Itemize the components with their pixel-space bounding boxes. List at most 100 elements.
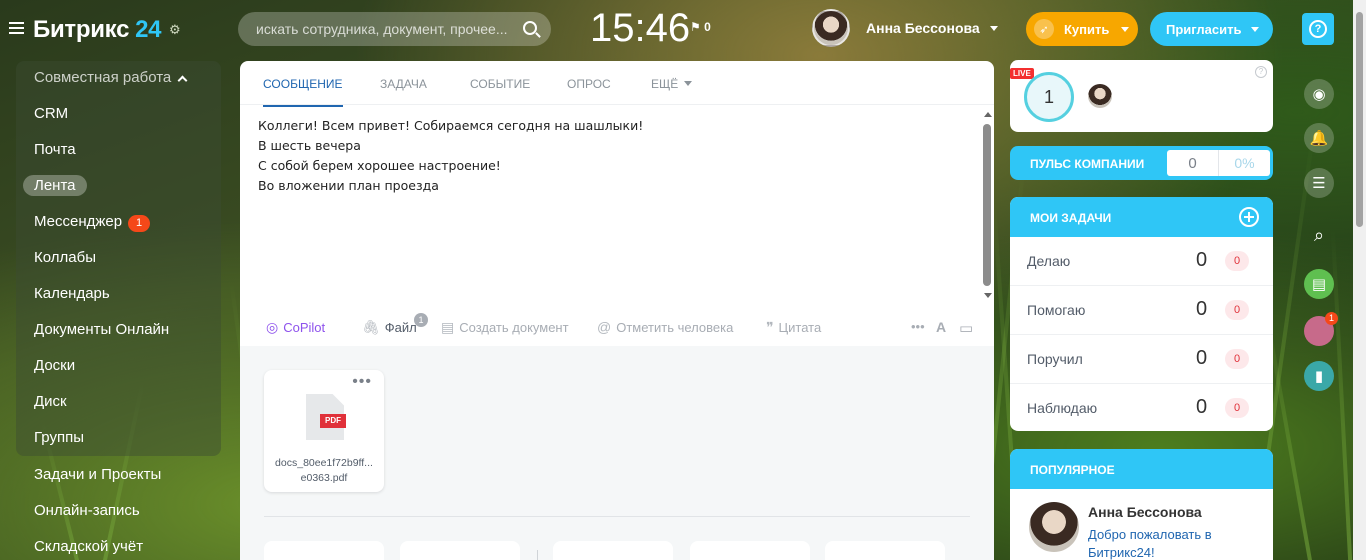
add-task-icon[interactable] xyxy=(1239,207,1259,227)
avatar[interactable]: 1 xyxy=(1304,312,1338,346)
file-card[interactable]: ••• PDF docs_80ee1f72b9ff... e0363.pdf xyxy=(264,370,384,492)
bell-icon[interactable]: 🔔 xyxy=(1304,123,1334,153)
tab-task[interactable]: ЗАДАЧА xyxy=(380,77,427,91)
live-counter[interactable]: 1 xyxy=(1024,72,1074,122)
menu-item-collabs[interactable]: Коллабы xyxy=(34,249,96,266)
logo-settings-icon[interactable]: ⚙ xyxy=(169,22,181,38)
more-icon[interactable]: ••• xyxy=(911,319,925,334)
tab-poll[interactable]: ОПРОС xyxy=(567,77,611,91)
avatar[interactable] xyxy=(1029,502,1079,552)
panel-toggle-icon[interactable]: ▭ xyxy=(959,319,973,337)
menu-item-boards[interactable]: Доски xyxy=(34,357,75,374)
messenger-badge: 1 xyxy=(128,215,151,232)
page-scroll-thumb[interactable] xyxy=(1356,12,1363,227)
task-row-helping[interactable]: Помогаю 0 0 xyxy=(1010,286,1273,335)
post-composer: СООБЩЕНИЕ ЗАДАЧА СОБЫТИЕ ОПРОС ЕЩЁ Колле… xyxy=(240,61,994,347)
search-bar xyxy=(238,12,551,46)
scroll-up-icon[interactable] xyxy=(984,112,992,117)
notes-icon[interactable]: ▤ xyxy=(1304,269,1334,299)
popular-author[interactable]: Анна Бессонова xyxy=(1088,504,1202,520)
menu-burger-icon[interactable] xyxy=(9,22,24,34)
tasks-title: МОИ ЗАДАЧИ xyxy=(1030,211,1112,225)
my-tasks-widget: МОИ ЗАДАЧИ Делаю 0 0 Помогаю 0 0 Поручил… xyxy=(1010,197,1273,431)
help-button[interactable]: ? xyxy=(1302,13,1334,45)
message-editor[interactable]: Коллеги! Всем привет! Собираемся сегодня… xyxy=(258,116,643,196)
message-line: В шесть вечера xyxy=(258,138,361,153)
menu-item-inventory[interactable]: Складской учёт xyxy=(34,538,143,555)
mini-card[interactable] xyxy=(553,541,673,560)
popular-widget: ПОПУЛЯРНОЕ Анна Бессонова Добро пожалова… xyxy=(1010,449,1273,560)
menu-item-disk[interactable]: Диск xyxy=(34,393,67,410)
pulse-label: ПУЛЬС КОМПАНИИ xyxy=(1030,157,1145,171)
menu-item-feed[interactable]: Лента xyxy=(23,175,87,196)
mini-card[interactable] xyxy=(825,541,945,560)
create-document-button[interactable]: ▤ Создать документ xyxy=(441,319,569,336)
menu-item-online-booking[interactable]: Онлайн-запись xyxy=(34,502,140,519)
scroll-thumb[interactable] xyxy=(983,124,991,286)
menu-item-mail[interactable]: Почта xyxy=(34,141,76,158)
copilot-icon: ◎ xyxy=(266,319,279,335)
user-menu[interactable]: Анна Бессонова xyxy=(812,8,998,48)
menu-item-groups[interactable]: Группы xyxy=(34,429,84,446)
avatar[interactable] xyxy=(1088,84,1112,108)
clock[interactable]: 15:46 xyxy=(590,6,690,51)
chat-icon[interactable]: ☰ xyxy=(1304,168,1334,198)
tab-message[interactable]: СООБЩЕНИЕ xyxy=(263,77,343,107)
task-row-watching[interactable]: Наблюдаю 0 0 xyxy=(1010,384,1273,431)
help-icon[interactable]: ? xyxy=(1255,66,1267,78)
menu-item-calendar[interactable]: Календарь xyxy=(34,285,110,302)
question-icon: ? xyxy=(1309,20,1327,38)
popular-header: ПОПУЛЯРНОЕ xyxy=(1010,449,1273,489)
text-format-icon[interactable]: A xyxy=(936,319,946,335)
document-icon: ▤ xyxy=(441,319,455,335)
file-more-icon[interactable]: ••• xyxy=(352,373,372,391)
tasks-header: МОИ ЗАДАЧИ xyxy=(1010,197,1273,237)
at-icon: @ xyxy=(597,319,612,335)
chevron-down-icon xyxy=(1251,26,1260,32)
task-badge: 0 xyxy=(1225,300,1249,320)
mini-card[interactable] xyxy=(690,541,810,560)
scroll-down-icon[interactable] xyxy=(984,293,992,298)
task-row-doing[interactable]: Делаю 0 0 xyxy=(1010,237,1273,286)
quote-icon: ❞ xyxy=(766,319,774,335)
buy-button[interactable]: ➶ Купить xyxy=(1026,12,1138,46)
copilot-icon[interactable]: ◉ xyxy=(1304,79,1334,109)
menu-group-title[interactable]: Совместная работа xyxy=(34,69,188,86)
menu-item-tasks-projects[interactable]: Задачи и Проекты xyxy=(34,466,161,483)
logo[interactable]: Битрикс 24 xyxy=(33,16,162,44)
file-button[interactable]: 🖇 Файл 1 xyxy=(362,313,428,336)
task-badge: 0 xyxy=(1225,398,1249,418)
live-tag: LIVE xyxy=(1010,68,1034,79)
popular-post-link[interactable]: Добро пожаловать в Битрикс24! xyxy=(1088,526,1238,560)
flag-counter[interactable]: ⚑ 0 xyxy=(690,20,711,34)
menu-item-docs-online[interactable]: Документы Онлайн xyxy=(34,321,169,338)
divider xyxy=(537,550,538,560)
search-icon[interactable]: ⌕ xyxy=(1304,220,1334,250)
search-icon[interactable] xyxy=(523,21,537,35)
menu-item-messenger[interactable]: Мессенджер 1 xyxy=(34,213,151,232)
copilot-button[interactable]: ◎ CoPilot xyxy=(266,319,325,336)
invite-button[interactable]: Пригласить xyxy=(1150,12,1273,46)
tab-more[interactable]: ЕЩЁ xyxy=(651,77,693,91)
live-widget[interactable]: LIVE 1 ? xyxy=(1010,60,1273,132)
mini-card[interactable] xyxy=(400,541,520,560)
task-badge: 0 xyxy=(1225,251,1249,271)
user-name[interactable]: Анна Бессонова xyxy=(866,20,980,36)
file-count-badge: 1 xyxy=(414,313,428,327)
company-pulse[interactable]: ПУЛЬС КОМПАНИИ 0 0% xyxy=(1010,146,1273,180)
quote-button[interactable]: ❞ Цитата xyxy=(766,319,821,336)
avatar[interactable] xyxy=(812,9,850,47)
search-input[interactable] xyxy=(256,12,516,46)
pulse-value: 0 xyxy=(1167,150,1219,176)
message-line: С собой берем хорошее настроение! xyxy=(258,158,501,173)
editor-scrollbar[interactable] xyxy=(981,107,993,301)
mini-card[interactable] xyxy=(264,541,384,560)
page-scrollbar[interactable] xyxy=(1353,0,1366,560)
right-toolbar: ◉ 🔔 ☰ ⌕ ▤ 1 ▮ xyxy=(1290,58,1348,560)
pulse-percent: 0% xyxy=(1234,155,1255,171)
task-row-assigned[interactable]: Поручил 0 0 xyxy=(1010,335,1273,384)
menu-item-crm[interactable]: CRM xyxy=(34,105,68,122)
mention-button[interactable]: @ Отметить человека xyxy=(597,319,733,335)
bookmark-icon[interactable]: ▮ xyxy=(1304,361,1334,391)
tab-event[interactable]: СОБЫТИЕ xyxy=(470,77,530,91)
